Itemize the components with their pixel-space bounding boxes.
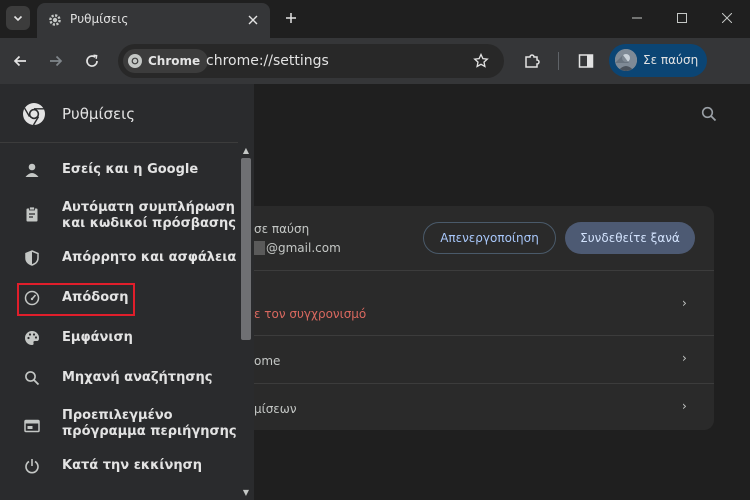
tab-search-button[interactable] — [6, 6, 30, 30]
reload-button[interactable] — [81, 50, 103, 72]
forward-button[interactable] — [45, 50, 67, 72]
import-settings-row[interactable]: μίσεων › — [234, 383, 714, 430]
power-icon — [22, 456, 42, 476]
back-button[interactable] — [9, 50, 31, 72]
close-icon — [722, 13, 732, 23]
sidebar-item-label: Προεπιλεγμένο πρόγραμμα περιήγησης — [62, 408, 237, 439]
tab-settings[interactable]: Ρυθμίσεις — [37, 3, 270, 38]
side-panel-icon — [578, 54, 594, 68]
chrome-logo-icon — [23, 103, 45, 126]
search-icon[interactable] — [699, 104, 719, 124]
sidebar-item-label: Εμφάνιση — [62, 330, 133, 345]
maximize-icon — [677, 13, 687, 23]
clipboard-icon — [22, 204, 42, 224]
arrow-left-icon — [13, 55, 26, 67]
address-bar[interactable]: Chrome chrome://settings — [118, 44, 504, 78]
scroll-down-arrow-icon[interactable]: ▼ — [238, 486, 254, 498]
sync-row-text: ε τον συγχρονισμό — [254, 307, 367, 321]
side-panel-button[interactable] — [575, 50, 597, 72]
account-email: @gmail.com — [266, 241, 341, 255]
profile-button[interactable]: Σε παύση — [609, 44, 707, 77]
maximize-button[interactable] — [671, 8, 693, 28]
import-settings-row-text: μίσεων — [254, 402, 297, 416]
reload-icon — [86, 54, 98, 67]
toolbar-divider — [558, 52, 559, 70]
divider — [0, 142, 254, 143]
chevron-right-icon: › — [682, 296, 687, 310]
bookmark-star-icon[interactable] — [472, 52, 490, 70]
sign-in-again-button[interactable]: Συνδεθείτε ξανά — [565, 222, 695, 254]
sidebar-item-label: Απόρρητο και ασφάλεια — [62, 250, 237, 265]
sidebar-title: Ρυθμίσεις — [62, 105, 136, 123]
sidebar-item-label: Εσείς και η Google — [62, 162, 199, 177]
disable-sync-button[interactable]: Απενεργοποίηση — [423, 222, 556, 254]
gear-icon — [47, 12, 63, 28]
chrome-profile-row-text: ome — [254, 354, 281, 368]
new-tab-button[interactable] — [281, 8, 301, 28]
sidebar-item-label: Μηχανή αναζήτησης — [62, 370, 213, 385]
chrome-logo-icon — [128, 54, 142, 68]
puzzle-icon — [525, 54, 540, 68]
tab-title: Ρυθμίσεις — [70, 12, 129, 26]
extensions-button[interactable] — [521, 50, 543, 72]
sidebar-item-you-and-google[interactable]: Εσείς και η Google — [0, 156, 238, 184]
sidebar-item-on-startup[interactable]: Κατά την εκκίνηση — [0, 452, 238, 480]
scroll-up-arrow-icon[interactable]: ▲ — [238, 144, 254, 156]
arrow-right-icon — [50, 55, 63, 67]
sync-row[interactable]: ε τον συγχρονισμό › — [234, 270, 714, 321]
chrome-profile-row[interactable]: ome › — [234, 335, 714, 384]
search-icon — [22, 368, 42, 388]
sidebar-item-autofill[interactable]: Αυτόματη συμπλήρωση και κωδικοί πρόσβαση… — [0, 198, 238, 238]
scrollbar-thumb[interactable] — [241, 158, 251, 340]
sidebar-item-search-engine[interactable]: Μηχανή αναζήτησης — [0, 364, 238, 392]
site-chip-label: Chrome — [148, 54, 201, 68]
close-window-button[interactable] — [716, 8, 738, 28]
browser-icon — [22, 416, 42, 436]
sync-paused-text: σε παύση — [254, 222, 310, 236]
sidebar-item-privacy[interactable]: Απόρρητο και ασφάλεια — [0, 244, 238, 272]
plus-icon — [286, 13, 296, 23]
minimize-button[interactable] — [626, 8, 648, 28]
shield-icon — [22, 248, 42, 268]
site-chip[interactable]: Chrome — [123, 49, 209, 73]
avatar — [615, 49, 637, 71]
account-card: σε παύση @gmail.com Απενεργοποίηση Συνδε… — [234, 206, 714, 430]
url-text[interactable]: chrome://settings — [206, 53, 329, 69]
sidebar-item-label: Αυτόματη συμπλήρωση και κωδικοί πρόσβαση… — [62, 200, 237, 231]
chevron-down-icon — [13, 15, 23, 22]
sidebar-item-appearance[interactable]: Εμφάνιση — [0, 324, 238, 352]
close-icon[interactable] — [245, 12, 261, 28]
person-icon — [22, 160, 42, 180]
highlight-box — [17, 283, 135, 316]
chevron-right-icon: › — [682, 351, 687, 365]
sidebar-item-label: Κατά την εκκίνηση — [62, 458, 202, 473]
sidebar-item-default-browser[interactable]: Προεπιλεγμένο πρόγραμμα περιήγησης — [0, 406, 238, 446]
minimize-icon — [632, 17, 642, 19]
profile-status-label: Σε παύση — [643, 53, 699, 67]
palette-icon — [22, 328, 42, 348]
tab-strip: Ρυθμίσεις — [0, 0, 750, 38]
toolbar: Chrome chrome://settings Σε παύση — [0, 38, 750, 84]
settings-content: σε παύση @gmail.com Απενεργοποίηση Συνδε… — [234, 84, 750, 500]
chevron-right-icon: › — [682, 399, 687, 413]
